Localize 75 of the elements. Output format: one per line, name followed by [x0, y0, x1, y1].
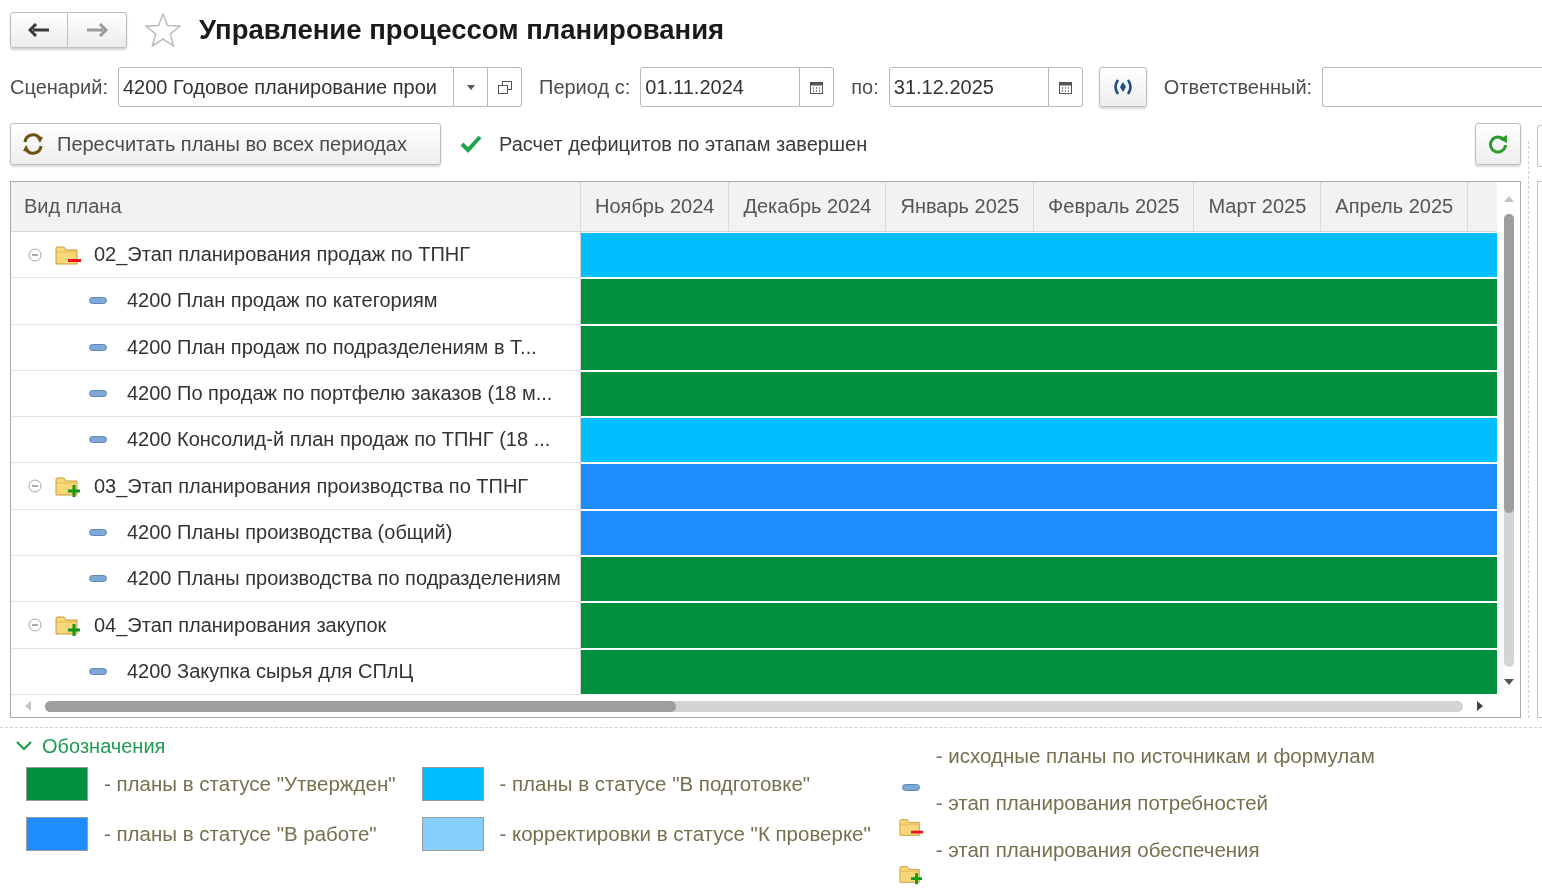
period-to-label: по: [851, 75, 879, 99]
collapse-icon[interactable] [28, 247, 42, 262]
arrow-right-icon [86, 23, 108, 37]
responsible-field[interactable] [1322, 67, 1542, 107]
responsible-label: Ответственный: [1163, 75, 1313, 99]
dash-icon [901, 784, 920, 791]
plan-label[interactable]: 4200 Планы производства (общий) [127, 520, 453, 544]
column-header: Декабрь 2024 [729, 182, 887, 231]
scenario-label: Сценарий: [10, 75, 108, 99]
refresh-icon [1488, 134, 1508, 154]
scenario-field[interactable]: 4200 Годовое планирование прои [118, 67, 454, 107]
legend-text: - этап планирования обеспечения [935, 838, 1261, 862]
plan-group-label[interactable]: 02_Этап планирования продаж по ТПНГ [94, 243, 471, 267]
column-header: Февраль 2025 [1034, 182, 1195, 231]
column-header: Вид плана [11, 182, 581, 231]
scrollbar-thumb[interactable] [45, 700, 676, 712]
plan-group-label[interactable]: 04_Этап планирования закупок [94, 613, 387, 637]
legend-toggle[interactable]: Обозначения [10, 734, 166, 758]
folder-minus-icon [55, 243, 81, 266]
recalculate-button[interactable]: Пересчитать планы во всех периодах [10, 123, 441, 165]
calendar-button[interactable] [1048, 67, 1083, 107]
caret-up-icon[interactable] [1503, 196, 1514, 202]
scrollbar-thumb[interactable] [1503, 214, 1514, 513]
column-header: Январь 2025 [886, 182, 1035, 231]
broadcast-icon [1111, 79, 1134, 95]
plan-label[interactable]: 4200 Закупка сырья для СПлЦ [127, 659, 414, 683]
folder-plus-icon [55, 614, 81, 636]
dash-icon [89, 343, 107, 351]
caret-down-icon[interactable] [1503, 679, 1514, 685]
date-field[interactable]: 31.12.2025 [888, 67, 1049, 107]
dash-icon [89, 297, 107, 305]
collapse-icon[interactable] [28, 479, 42, 494]
dash-icon [89, 390, 107, 398]
caret-right-icon[interactable] [1477, 701, 1483, 711]
calendar-icon [1058, 80, 1072, 94]
folder-plus-icon [55, 475, 81, 498]
arrow-left-icon [28, 23, 50, 37]
open-window-icon [497, 80, 512, 94]
status-text: Расчет дефицитов по этапам завершен [499, 132, 868, 156]
check-icon [460, 135, 482, 153]
legend-text: - планы в статусе "В подготовке" [499, 772, 811, 796]
folder-plus-icon [898, 863, 923, 885]
folder-minus-icon [898, 816, 923, 838]
calendar-icon [810, 80, 824, 94]
plan-label[interactable]: 4200 Консолид-й план продаж по ТПНГ (18 ... [127, 428, 551, 452]
plan-label[interactable]: 4200 Планы производства по подразделениям [127, 567, 561, 591]
column-header: Март 2025 [1194, 182, 1322, 231]
collapse-icon[interactable] [28, 618, 42, 632]
dash-icon [89, 436, 107, 444]
dash-icon [89, 528, 107, 536]
dash-icon [89, 575, 107, 583]
calendar-button[interactable] [800, 67, 835, 107]
period-from-label: Период с: [539, 75, 631, 99]
caret-down-icon [466, 84, 475, 90]
legend-text: - корректировки в статусе "К проверке" [499, 822, 871, 846]
dash-icon [89, 667, 107, 675]
back-button[interactable] [10, 12, 68, 48]
plan-group-label[interactable]: 03_Этап планирования производства по ТПНГ [94, 474, 529, 498]
refresh-arrows-icon [21, 133, 45, 155]
legend-text: - планы в статусе "Утвержден" [104, 772, 396, 796]
window-title: Управление процессом планирования [199, 14, 725, 46]
plan-label[interactable]: 4200 По продаж по портфелю заказов (18 м... [127, 382, 553, 406]
plan-label[interactable]: 4200 План продаж по категориям [127, 289, 438, 313]
date-field[interactable]: 01.11.2024 [640, 67, 801, 107]
column-header: Ноябрь 2024 [581, 182, 730, 231]
legend-text: - этап планирования потребностей [935, 791, 1270, 815]
caret-left-icon[interactable] [25, 701, 31, 711]
star-icon[interactable] [145, 13, 181, 47]
period-select-button[interactable] [1098, 67, 1147, 107]
column-header: Апрель 2025 [1321, 182, 1469, 231]
open-button[interactable] [488, 67, 522, 107]
legend-text: - планы в статусе "В работе" [104, 822, 377, 846]
refresh-button[interactable] [1475, 123, 1521, 165]
plan-label[interactable]: 4200 План продаж по подразделениям в Т... [127, 335, 537, 359]
legend-text: - исходные планы по источникам и формулам [935, 744, 1375, 768]
